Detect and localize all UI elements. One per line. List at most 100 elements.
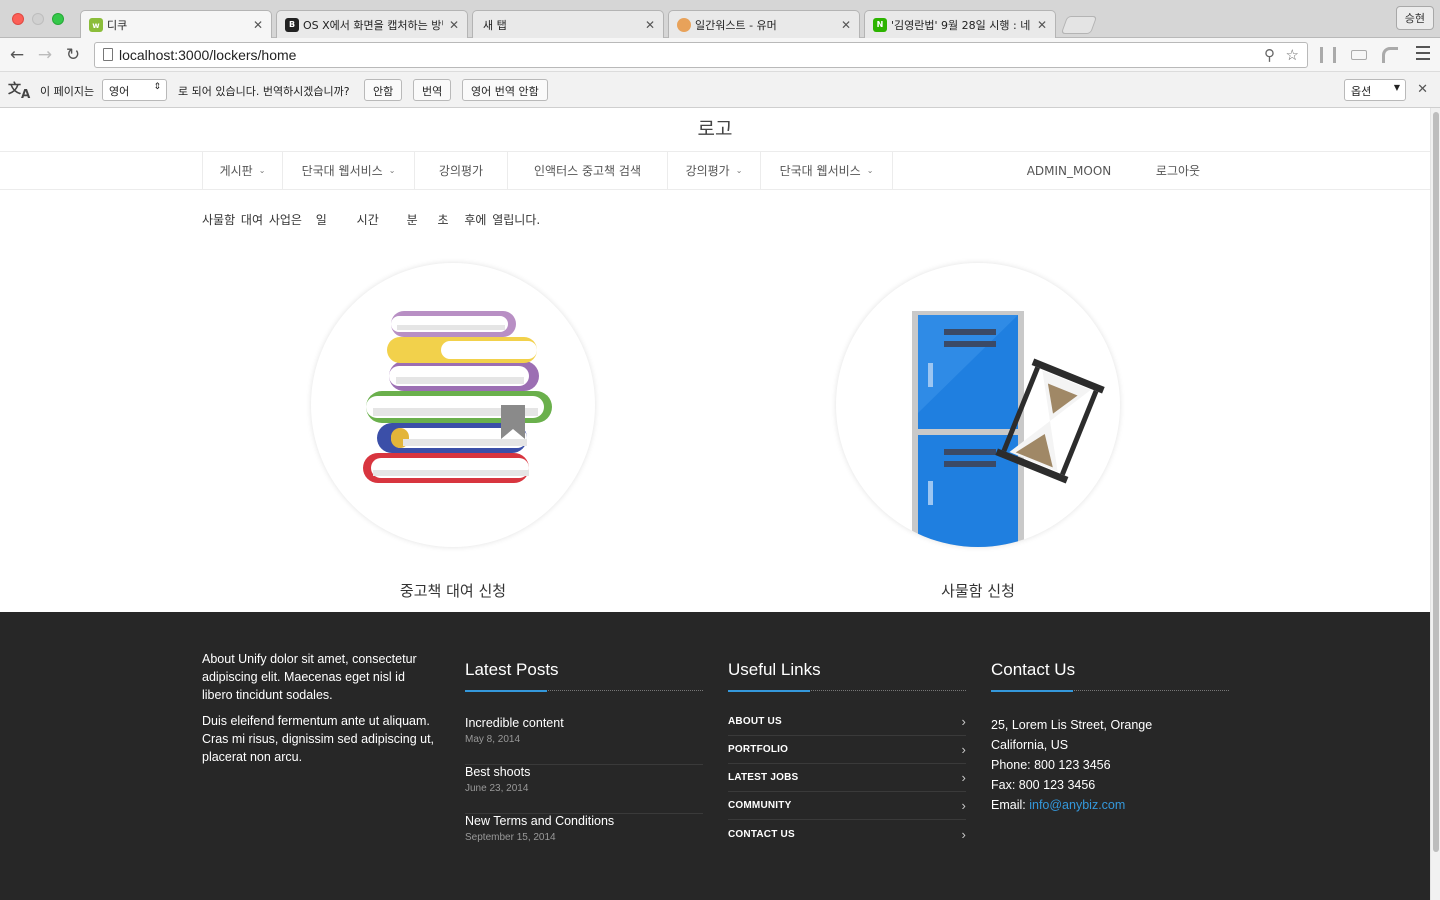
- menu-icon[interactable]: [1416, 46, 1430, 60]
- browser-tab[interactable]: 일간워스트 - 유머 ✕: [668, 10, 860, 38]
- reload-icon[interactable]: ↻: [62, 44, 84, 66]
- contact-phone: Phone: 800 123 3456: [991, 758, 1111, 772]
- nav-user[interactable]: ADMIN_MOON: [1010, 152, 1128, 189]
- forward-arrow-icon[interactable]: →: [34, 44, 56, 66]
- site-logo[interactable]: 로고: [0, 114, 1430, 141]
- scrollbar-thumb[interactable]: [1433, 112, 1439, 852]
- nav-item-webservice-dropdown[interactable]: 단국대 웹서비스 ⌄: [761, 152, 893, 189]
- post-date: May 8, 2014: [465, 734, 521, 745]
- translate-question: 로 되어 있습니다. 번역하시겠습니까?: [178, 85, 350, 98]
- nav-item-course-review-dropdown[interactable]: 강의평가 ⌄: [668, 152, 761, 189]
- browser-tab[interactable]: N '김영란법' 9월 28일 시행 : 네이 ✕: [864, 10, 1056, 38]
- browser-toolbar: ← → ↻ localhost:3000/lockers/home ⚲ ☆: [0, 38, 1440, 72]
- page-scrollbar[interactable]: [1430, 108, 1440, 900]
- nav-label: 게시판: [219, 164, 253, 178]
- browser-tab[interactable]: w 디쿠 ✕: [80, 10, 272, 39]
- nav-label: 단국대 웹서비스: [779, 164, 861, 178]
- nav-label: 강의평가: [438, 164, 484, 178]
- tab-close-icon[interactable]: ✕: [841, 18, 851, 32]
- countdown-text: 사물함 대여 사업은 일 시간 분 초 후에 열립니다.: [202, 211, 548, 228]
- email-label: Email:: [991, 798, 1026, 812]
- locker-application-title[interactable]: 사물함 신청: [836, 580, 1120, 601]
- new-tab-button[interactable]: [1060, 16, 1098, 34]
- chevron-down-icon: ▼: [1393, 83, 1400, 92]
- tab-title: OS X에서 화면을 캡처하는 방법: [303, 18, 443, 32]
- post-title[interactable]: Incredible content: [465, 716, 703, 730]
- used-book-rental-title[interactable]: 중고책 대여 신청: [311, 580, 595, 601]
- main-nav: 게시판 ⌄ 단국대 웹서비스 ⌄ 강의평가 인액터스 중고책 검색 강의평가 ⌄ 단국…: [0, 151, 1430, 190]
- latest-post-item[interactable]: Incredible content May 8, 2014: [465, 716, 703, 765]
- language-select[interactable]: 영어 ⇕: [102, 79, 167, 101]
- extension-icon[interactable]: [1351, 50, 1367, 60]
- countdown-second: 초: [437, 213, 449, 227]
- post-title[interactable]: Best shoots: [465, 765, 703, 779]
- contact-heading: Contact Us: [991, 660, 1076, 679]
- link-label: LATEST JOBS: [728, 772, 799, 783]
- locker-application-card[interactable]: 사물함 신청: [836, 263, 1120, 600]
- nav-logout[interactable]: 로그아웃: [1138, 152, 1218, 189]
- locker-hourglass-icon[interactable]: [836, 263, 1120, 547]
- no-translate-button[interactable]: 안함: [364, 79, 403, 101]
- latest-post-item[interactable]: New Terms and Conditions September 15, 2…: [465, 814, 703, 863]
- nav-item-used-book-search[interactable]: 인액터스 중고책 검색: [508, 152, 668, 189]
- tab-close-icon[interactable]: ✕: [449, 18, 459, 32]
- nav-item-webservice[interactable]: 단국대 웹서비스 ⌄: [283, 152, 415, 189]
- zoom-window-button[interactable]: [52, 13, 64, 25]
- tab-title: 새 탭: [483, 18, 507, 32]
- web-page: 로고 게시판 ⌄ 단국대 웹서비스 ⌄ 강의평가 인액터스 중고책 검색 강의평가 ⌄…: [0, 108, 1430, 900]
- bookmark-star-icon[interactable]: ☆: [1286, 46, 1299, 64]
- post-title[interactable]: New Terms and Conditions: [465, 814, 703, 828]
- close-window-button[interactable]: [12, 13, 24, 25]
- footer: About Unify dolor sit amet, consectetur …: [0, 612, 1430, 900]
- post-date: June 23, 2014: [465, 783, 529, 794]
- link-label: PORTFOLIO: [728, 744, 789, 755]
- email-link[interactable]: info@anybiz.com: [1029, 798, 1125, 812]
- translate-button[interactable]: 번역: [413, 79, 452, 101]
- nav-item-board[interactable]: 게시판 ⌄: [202, 152, 283, 189]
- contact-email: Email: info@anybiz.com: [991, 798, 1125, 812]
- chevron-right-icon: ›: [961, 798, 966, 813]
- post-date: September 15, 2014: [465, 832, 556, 843]
- countdown-minute: 분: [406, 213, 418, 227]
- tab-favicon-icon: w: [89, 18, 103, 32]
- tab-title: '김영란법' 9월 28일 시행 : 네이: [891, 18, 1031, 32]
- updown-icon: ⇕: [153, 82, 161, 92]
- footer-link-about[interactable]: ABOUT US ›: [728, 708, 966, 736]
- footer-link-jobs[interactable]: LATEST JOBS ›: [728, 764, 966, 792]
- cast-icon[interactable]: [1382, 47, 1398, 63]
- books-stack-icon[interactable]: [311, 263, 595, 547]
- url-text: localhost:3000/lockers/home: [119, 47, 297, 63]
- tab-close-icon[interactable]: ✕: [1037, 18, 1047, 32]
- options-select[interactable]: 옵션 ▼: [1344, 79, 1406, 101]
- tab-close-icon[interactable]: ✕: [645, 18, 655, 32]
- footer-link-community[interactable]: COMMUNITY ›: [728, 792, 966, 820]
- link-label: ABOUT US: [728, 716, 782, 727]
- useful-links-heading: Useful Links: [728, 660, 821, 679]
- footer-link-contact[interactable]: CONTACT US ›: [728, 820, 966, 848]
- nav-label: 단국대 웹서비스: [301, 164, 383, 178]
- never-translate-button[interactable]: 영어 번역 안함: [462, 79, 548, 101]
- browser-tab[interactable]: B OS X에서 화면을 캡처하는 방법 ✕: [276, 10, 468, 38]
- tab-close-icon[interactable]: ✕: [253, 18, 263, 32]
- latest-post-item[interactable]: Best shoots June 23, 2014: [465, 765, 703, 814]
- used-book-rental-card[interactable]: 중고책 대여 신청: [311, 263, 595, 600]
- tab-title: 일간워스트 - 유머: [695, 18, 777, 32]
- back-arrow-icon[interactable]: ←: [6, 44, 28, 66]
- close-icon[interactable]: ✕: [1417, 82, 1428, 97]
- tab-title: 디쿠: [107, 19, 128, 32]
- nav-item-course-review[interactable]: 강의평가: [415, 152, 508, 189]
- extension-icon[interactable]: [1320, 47, 1336, 63]
- chevron-right-icon: ›: [961, 826, 966, 842]
- about-paragraph: Duis eleifend fermentum ante ut aliquam.…: [202, 714, 435, 764]
- search-icon[interactable]: ⚲: [1264, 46, 1275, 64]
- tab-favicon-icon: N: [873, 17, 887, 32]
- minimize-window-button[interactable]: [32, 13, 44, 25]
- chevron-down-icon: ⌄: [388, 166, 396, 175]
- about-paragraph: About Unify dolor sit amet, consectetur …: [202, 652, 417, 702]
- heading-divider: [465, 690, 703, 692]
- profile-button[interactable]: 승현: [1395, 6, 1434, 30]
- language-select-value: 영어: [109, 85, 130, 98]
- address-bar[interactable]: localhost:3000/lockers/home ⚲ ☆: [94, 42, 1308, 68]
- browser-tab[interactable]: 새 탭 ✕: [472, 10, 664, 38]
- footer-link-portfolio[interactable]: PORTFOLIO ›: [728, 736, 966, 764]
